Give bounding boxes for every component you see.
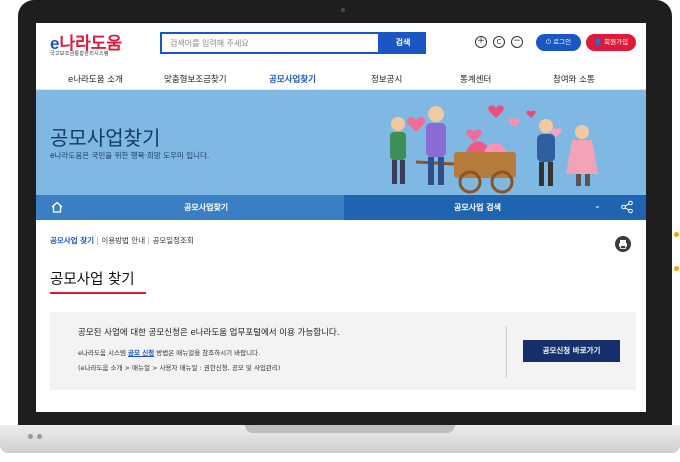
login-button[interactable]: ⏻ 로그인 — [536, 34, 581, 51]
nav-item-contest[interactable]: 공모사업찾기 — [269, 73, 316, 85]
apply-shortcut-button[interactable]: 공모신청 바로가기 — [523, 340, 620, 362]
login-label: 로그인 — [553, 38, 572, 46]
info-path-text: (e나라도움 소개 > 매뉴얼 > 사용자 매뉴얼 : 권한신청, 공모 및 사… — [78, 364, 281, 372]
sub-nav-bar: 공모사업찾기 공모사업 검색 ⌄ — [36, 195, 646, 220]
nav-item-disclosure[interactable]: 정보공시 — [371, 73, 402, 85]
sub-nav-dropdown[interactable]: 공모사업 검색 — [454, 202, 501, 213]
share-icon[interactable] — [620, 200, 634, 214]
info-main-text: 공모된 사업에 대한 공모신청은 e나라도움 업무포털에서 이용 가능합니다. — [78, 328, 340, 338]
sub-nav-current[interactable]: 공모사업찾기 — [184, 202, 228, 213]
zoom-out-icon[interactable]: − — [511, 36, 523, 48]
base-led — [37, 434, 42, 439]
zoom-reset-icon[interactable]: C — [493, 36, 505, 48]
tab-schedule[interactable]: 공모일정조회 — [152, 236, 193, 245]
info-divider — [506, 326, 507, 378]
info-guide-prefix: e나라도움 시스템 — [78, 349, 128, 357]
camera-dot — [341, 8, 345, 12]
browser-screen: e나라도움 국고보조금통합관리시스템 검색어를 입력해 주세요 검색 + C −… — [36, 23, 646, 412]
info-guide-text: e나라도움 시스템 공모 신청 방법은 매뉴얼을 참조하시기 바랍니다. — [78, 347, 260, 357]
banner-illustration — [390, 105, 598, 194]
home-icon[interactable] — [50, 200, 64, 214]
apply-guide-link[interactable]: 공모 신청 — [128, 349, 154, 357]
search-button[interactable]: 검색 — [380, 32, 426, 54]
main-nav: e나라도움 소개 맞춤형보조금찾기 공모사업찾기 정보공시 통계센터 참여와 소… — [36, 67, 646, 90]
page-tabs: 공모사업 찾기 | 이용방법 안내 | 공모일정조회 — [50, 235, 194, 246]
page-title: 공모사업 찾기 — [50, 272, 135, 288]
decor-dot — [674, 232, 679, 237]
search-input[interactable]: 검색어를 입력해 주세요 — [160, 32, 380, 54]
user-icon: 👤 — [593, 38, 605, 46]
info-guide-suffix: 방법은 매뉴얼을 참조하시기 바랍니다. — [154, 349, 261, 357]
print-button[interactable] — [615, 236, 631, 252]
signup-button[interactable]: 👤 회원가입 — [586, 34, 636, 51]
signup-label: 회원가입 — [604, 38, 629, 46]
nav-item-stats[interactable]: 통계센터 — [460, 73, 491, 85]
banner-subtitle: e나라도움은 국민을 위한 행복·희망 도우미 입니다. — [50, 151, 210, 160]
tab-contest-search[interactable]: 공모사업 찾기 — [50, 236, 94, 245]
nav-item-custom-subsidy[interactable]: 맞춤형보조금찾기 — [164, 73, 227, 85]
hero-banner: 공모사업찾기 e나라도움은 국민을 위한 행복·희망 도우미 입니다. — [36, 90, 646, 195]
banner-title: 공모사업찾기 — [50, 126, 161, 150]
print-icon — [619, 240, 627, 249]
laptop-notch — [245, 425, 455, 433]
nav-item-participation[interactable]: 참여와 소통 — [553, 73, 595, 85]
zoom-in-icon[interactable]: + — [475, 36, 487, 48]
nav-item-intro[interactable]: e나라도움 소개 — [68, 73, 123, 85]
decor-dot — [674, 266, 679, 271]
tab-usage-guide[interactable]: 이용방법 안내 — [101, 236, 145, 245]
title-underline — [50, 292, 146, 294]
info-box: 공모된 사업에 대한 공모신청은 e나라도움 업무포털에서 이용 가능합니다. … — [50, 312, 636, 390]
base-led — [28, 434, 33, 439]
search-placeholder: 검색어를 입력해 주세요 — [170, 39, 249, 48]
site-header: e나라도움 국고보조금통합관리시스템 검색어를 입력해 주세요 검색 + C −… — [36, 23, 646, 63]
logo-subtitle: 국고보조금통합관리시스템 — [50, 51, 109, 57]
chevron-down-icon[interactable]: ⌄ — [594, 201, 601, 210]
